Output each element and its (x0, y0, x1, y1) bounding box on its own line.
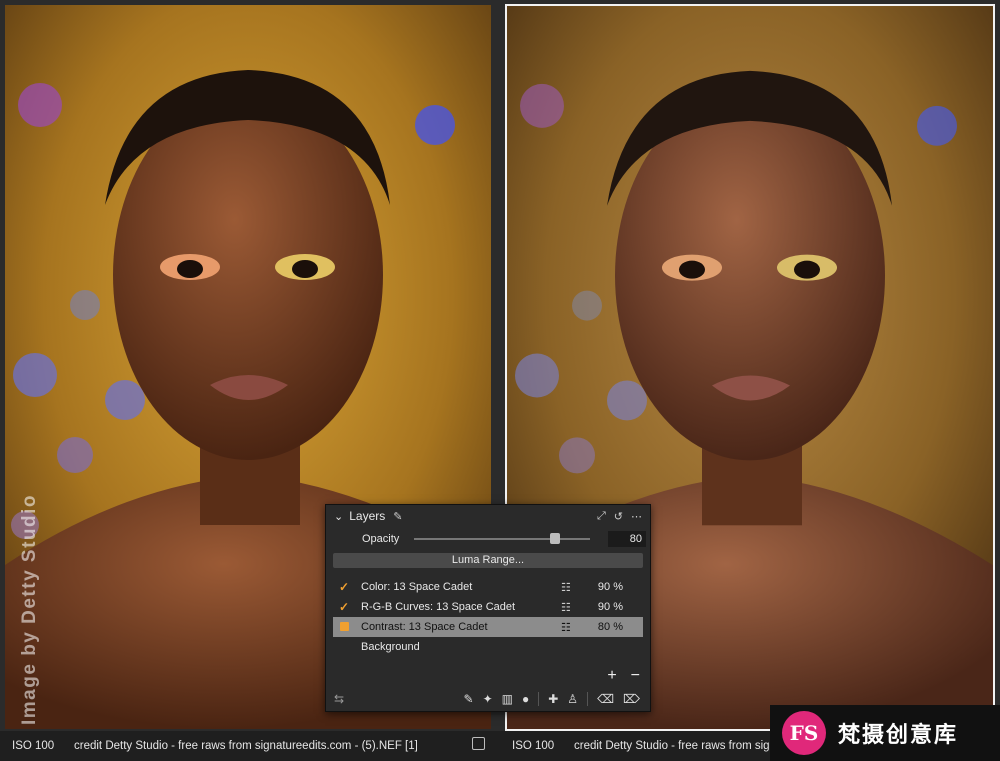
adjustments-icon[interactable]: ☷ (561, 621, 583, 634)
layer-opacity: 80 % (597, 621, 623, 633)
status-bar-left: ISO 100 credit Detty Studio - free raws … (0, 731, 500, 761)
image-viewer: Image by Detty Studio ISO 100 credit Det… (0, 0, 1000, 761)
layer-name: Background (361, 641, 420, 653)
adjustments-icon[interactable]: ☷ (561, 601, 583, 614)
logo-badge: FS (782, 711, 826, 755)
opacity-row: Opacity 80 (326, 527, 650, 551)
iso-value: ISO 100 (512, 740, 555, 752)
luma-range-button[interactable]: Luma Range... (333, 553, 643, 568)
magic-brush-icon[interactable]: ✦ (483, 692, 493, 706)
layer-checkbox[interactable] (333, 620, 355, 634)
opacity-value-field[interactable]: 80 (608, 531, 646, 547)
panel-header: ⌄ Layers ✎ ⤢ ↺ ⋯ (326, 505, 650, 527)
layer-check-icon[interactable]: ✓ (333, 600, 355, 614)
more-options-icon[interactable]: ⋯ (631, 510, 642, 523)
layer-check-icon[interactable]: ✓ (333, 580, 355, 594)
remove-layer-button[interactable]: − (631, 667, 640, 685)
radial-gradient-icon[interactable]: ● (522, 692, 529, 706)
collapse-chevron-icon[interactable]: ⌄ (334, 510, 343, 523)
heal-icon[interactable]: ✚ (548, 692, 558, 706)
panel-title: Layers (349, 509, 386, 523)
select-checkbox[interactable] (472, 737, 485, 750)
layer-name: Color: 13 Space Cadet (361, 581, 473, 593)
expand-icon[interactable]: ⤢ (597, 510, 606, 523)
panel-toolbar: ⇆ ✎ ✦ ▥ ● ✚ ♙ ⌫ ⌦ (326, 687, 650, 711)
layer-row-color[interactable]: ✓ Color: 13 Space Cadet ☷ 90 % (333, 577, 643, 597)
erase-mask-icon[interactable]: ⌦ (623, 692, 640, 706)
layers-panel: ⌄ Layers ✎ ⤢ ↺ ⋯ Opacity 80 Luma Range..… (325, 504, 651, 712)
layer-row-curves[interactable]: ✓ R-G-B Curves: 13 Space Cadet ☷ 90 % (333, 597, 643, 617)
iso-value: ISO 100 (12, 740, 55, 752)
draw-mask-icon[interactable]: ✎ (464, 692, 474, 706)
adjustments-icon[interactable]: ☷ (561, 581, 583, 594)
layer-add-remove: + − (607, 667, 640, 685)
layer-opacity: 90 % (597, 581, 623, 593)
reset-icon[interactable]: ↺ (614, 510, 623, 523)
layer-name: R-G-B Curves: 13 Space Cadet (361, 601, 516, 613)
layer-row-background[interactable]: Background (333, 637, 643, 657)
clone-stamp-icon[interactable]: ♙ (567, 692, 578, 706)
opacity-slider[interactable] (414, 533, 590, 544)
opacity-slider-handle[interactable] (549, 533, 560, 544)
layer-name: Contrast: 13 Space Cadet (361, 621, 488, 633)
layer-list: ✓ Color: 13 Space Cadet ☷ 90 % ✓ R-G-B C… (326, 577, 650, 657)
file-info: credit Detty Studio - free raws from sig… (74, 740, 418, 752)
linear-gradient-icon[interactable]: ▥ (502, 692, 513, 706)
opacity-label: Opacity (362, 533, 400, 545)
eraser-icon[interactable]: ⌫ (597, 692, 614, 706)
brush-icon[interactable]: ✎ (393, 510, 402, 523)
layer-row-contrast[interactable]: Contrast: 13 Space Cadet ☷ 80 % (333, 617, 643, 637)
photo-watermark: Image by Detty Studio (19, 493, 40, 725)
swap-icon[interactable]: ⇆ (334, 692, 344, 706)
site-logo: FS 梵摄创意库 (770, 705, 1000, 761)
layer-opacity: 90 % (597, 601, 623, 613)
add-layer-button[interactable]: + (607, 667, 616, 685)
logo-text: 梵摄创意库 (838, 723, 959, 748)
